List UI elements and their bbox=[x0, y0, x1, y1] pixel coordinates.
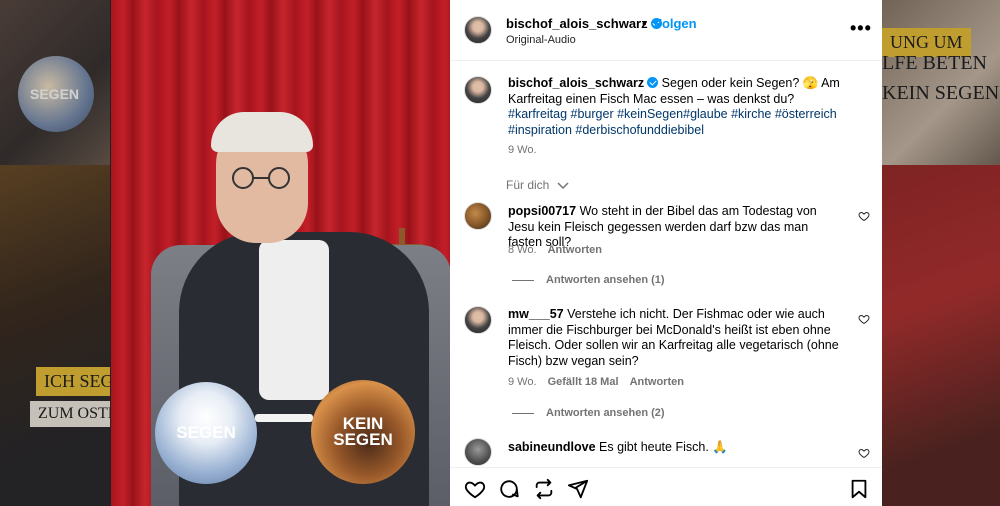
username-text[interactable]: bischof_alois_schwarz bbox=[506, 16, 648, 31]
comment-text: mw___57 Verstehe ich nicht. Der Fishmac … bbox=[508, 307, 848, 369]
more-options-icon[interactable]: ••• bbox=[850, 19, 872, 37]
caption-username[interactable]: bischof_alois_schwarz bbox=[508, 76, 644, 90]
reel-video[interactable]: SEGEN KEIN SEGEN bbox=[111, 0, 450, 506]
separator-dot: • bbox=[642, 16, 647, 31]
caption-text: bischof_alois_schwarz Segen oder kein Se… bbox=[508, 76, 848, 138]
header-username[interactable]: bischof_alois_schwarz bbox=[506, 16, 662, 31]
avatar[interactable] bbox=[464, 16, 492, 44]
reply-button[interactable]: Antworten bbox=[548, 244, 602, 256]
repost-icon[interactable] bbox=[533, 478, 555, 500]
heart-icon[interactable] bbox=[464, 478, 486, 500]
comment-username[interactable]: popsi00717 bbox=[508, 204, 576, 218]
comment-meta: 9 Wo. Gefällt 18 Mal Antworten bbox=[508, 376, 684, 388]
post-panel: bischof_alois_schwarz • Folgen Original-… bbox=[450, 0, 882, 506]
follow-button[interactable]: Folgen bbox=[654, 16, 697, 31]
audio-link[interactable]: Original-Audio bbox=[506, 34, 576, 46]
heart-icon[interactable] bbox=[858, 447, 870, 459]
avatar[interactable] bbox=[464, 306, 492, 334]
verified-icon bbox=[647, 77, 659, 88]
avatar[interactable] bbox=[464, 202, 492, 230]
translate-label[interactable]: Für dich bbox=[506, 178, 549, 192]
heart-icon[interactable] bbox=[858, 210, 870, 222]
comment-meta: 8 Wo. Antworten bbox=[508, 244, 602, 256]
translate-link[interactable]: Für dich bbox=[506, 178, 569, 192]
person-collar bbox=[259, 240, 329, 400]
comment-username[interactable]: sabineundlove bbox=[508, 440, 596, 454]
comment-time: 9 Wo. bbox=[508, 376, 537, 388]
bubble-connector bbox=[255, 414, 313, 422]
view-replies-button[interactable]: Antworten ansehen (1) bbox=[512, 274, 665, 286]
share-icon[interactable] bbox=[567, 478, 589, 500]
avatar[interactable] bbox=[464, 438, 492, 466]
likes-count[interactable]: Gefällt 18 Mal bbox=[548, 376, 619, 388]
view-replies-button[interactable]: Antworten ansehen (2) bbox=[512, 407, 665, 419]
avatar[interactable] bbox=[464, 76, 492, 104]
caption-hashtags[interactable]: #karfreitag #burger #keinSegen#glaube #k… bbox=[508, 107, 837, 137]
chevron-down-icon bbox=[557, 182, 569, 189]
action-bar bbox=[450, 467, 882, 506]
comment-text: sabineundlove Es gibt heute Fisch. 🙏 bbox=[508, 440, 848, 456]
post-header: bischof_alois_schwarz • Folgen Original-… bbox=[450, 0, 882, 61]
segen-bubble: SEGEN bbox=[155, 382, 257, 484]
glasses-icon bbox=[232, 167, 290, 189]
kein-segen-bubble: KEIN SEGEN bbox=[311, 380, 415, 484]
bookmark-icon[interactable] bbox=[848, 478, 870, 500]
comments-section[interactable]: bischof_alois_schwarz Segen oder kein Se… bbox=[450, 62, 882, 467]
comment-username[interactable]: mw___57 bbox=[508, 307, 564, 321]
reply-button[interactable]: Antworten bbox=[630, 376, 684, 388]
comment-body: Es gibt heute Fisch. 🙏 bbox=[599, 440, 728, 454]
caption-time: 9 Wo. bbox=[508, 144, 537, 156]
heart-icon[interactable] bbox=[858, 313, 870, 325]
comment-icon[interactable] bbox=[498, 478, 520, 500]
person-hair bbox=[211, 112, 313, 152]
comment-time: 8 Wo. bbox=[508, 244, 537, 256]
